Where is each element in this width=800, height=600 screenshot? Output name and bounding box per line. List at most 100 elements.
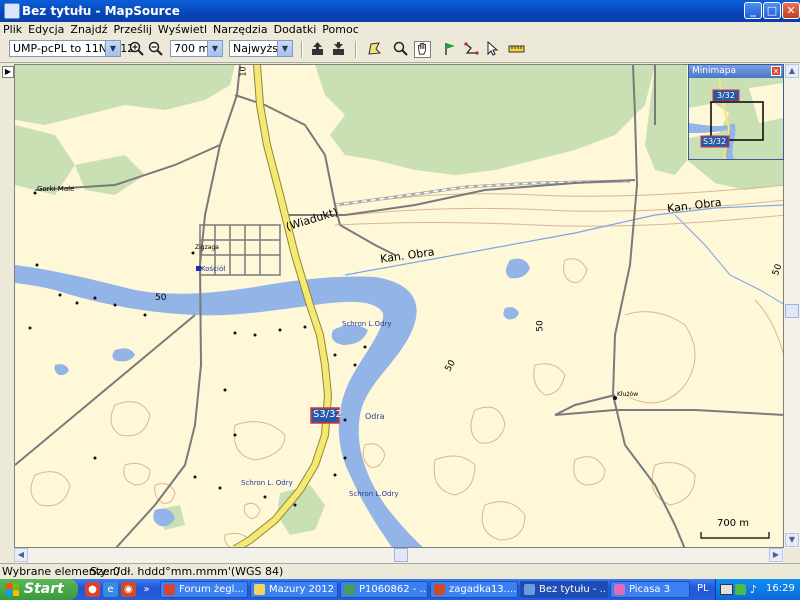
horizontal-scroll-thumb[interactable] <box>394 548 408 562</box>
route-tool-icon[interactable] <box>463 41 480 58</box>
label-odra: Odra <box>365 412 385 421</box>
toolbar-separator <box>355 41 357 58</box>
scale-bar-label: 700 m <box>717 518 750 529</box>
zoom-out-icon[interactable] <box>147 41 164 58</box>
menu-dodatki[interactable]: Dodatki <box>271 22 320 36</box>
task-label: Picasa 3 <box>629 584 671 595</box>
minimap-title: Minimapa <box>692 66 736 76</box>
zoom-scale-value: 700 m <box>174 42 210 55</box>
media-icon <box>434 584 445 595</box>
status-coordinates: Szer./dł. hddd°mm.mmm'(WGS 84) <box>90 565 284 578</box>
app-icon[interactable] <box>4 3 20 19</box>
start-button[interactable]: Start <box>0 579 78 600</box>
task-label: zagadka13.... <box>449 584 517 595</box>
chevron-down-icon[interactable]: ▼ <box>105 41 120 56</box>
receive-from-device-icon[interactable] <box>309 41 326 58</box>
minimap-sign-bottom: S3/32 <box>703 137 727 146</box>
task-mazury[interactable]: Mazury 2012 <box>250 581 338 598</box>
task-forum[interactable]: Forum żegl... <box>160 581 248 598</box>
menu-plik[interactable]: Plik <box>0 22 25 36</box>
chevron-down-icon[interactable]: ▼ <box>277 41 292 56</box>
status-bar: Wybrane elementy: 0 Szer./dł. hddd°mm.mm… <box>0 563 800 580</box>
maximize-button[interactable]: □ <box>763 2 781 19</box>
minimap-canvas[interactable] <box>689 78 783 159</box>
expand-panel-icon[interactable]: ▶ <box>2 66 14 78</box>
zoom-in-icon[interactable] <box>128 41 145 58</box>
task-label: Forum żegl... <box>179 584 244 595</box>
task-mapsource[interactable]: Bez tytułu - ... <box>520 581 608 598</box>
menu-edycja[interactable]: Edycja <box>25 22 67 36</box>
map-product-select[interactable]: UMP-pcPL to 11Nov12 ▼ <box>9 40 134 57</box>
hand-tool-icon[interactable] <box>414 41 431 58</box>
start-label: Start <box>24 581 64 597</box>
minimap-sign-top: 3/32 <box>717 91 735 100</box>
picasa-icon <box>614 584 625 595</box>
taskbar: Start ● e ◉ » Forum żegl... Mazury 2012 … <box>0 579 800 600</box>
quicklaunch-more-icon[interactable]: » <box>139 582 154 597</box>
minimize-button[interactable]: _ <box>744 2 762 19</box>
label-schron-1: Schron L.Odry <box>342 320 392 328</box>
vertical-scroll-thumb[interactable] <box>785 304 799 318</box>
zoom-tool-icon[interactable] <box>392 41 409 58</box>
map-tool-icon[interactable] <box>366 41 383 58</box>
device-tray-icon[interactable] <box>720 584 733 595</box>
scroll-right-icon[interactable]: ▶ <box>769 548 783 562</box>
media-quicklaunch-icon[interactable]: ◉ <box>121 582 136 597</box>
folder-icon <box>254 584 265 595</box>
image-icon <box>344 584 355 595</box>
chrome-quicklaunch-icon[interactable]: ● <box>85 582 100 597</box>
scroll-left-icon[interactable]: ◀ <box>14 548 28 562</box>
selection-tool-icon[interactable] <box>484 40 501 58</box>
label-road-sign: S3/32 <box>313 409 342 420</box>
label-zigzag: Zigzaga <box>195 244 219 251</box>
menu-wyswietl[interactable]: Wyświetl <box>155 22 210 36</box>
chevron-down-icon[interactable]: ▼ <box>207 41 222 56</box>
map-left-gutter: ▶ <box>0 64 14 548</box>
task-label: Bez tytułu - ... <box>539 584 608 595</box>
map-view[interactable]: (Wiadukt) Kan. Obra Kan. Obra S3/32 50 5… <box>14 64 784 548</box>
label-contour-50a: 50 <box>155 293 167 303</box>
label-schron-3: Schron L.Odry <box>349 490 399 498</box>
clock[interactable]: 16:29 <box>766 583 795 594</box>
minimap-close-button[interactable]: ✕ <box>771 66 781 76</box>
menu-przeslij[interactable]: Prześlij <box>110 22 154 36</box>
scroll-up-icon[interactable]: ▲ <box>785 64 799 78</box>
task-label: Mazury 2012 <box>269 584 334 595</box>
task-photo[interactable]: P1060862 - ... <box>340 581 428 598</box>
security-tray-icon[interactable] <box>735 584 746 595</box>
minimap-panel[interactable]: Minimapa ✕ 3/32 S3/32 <box>688 64 784 160</box>
label-gorki-male: Gorki Małe <box>37 185 75 193</box>
menu-znajdz[interactable]: Znajdź <box>67 22 110 36</box>
task-label: P1060862 - ... <box>359 584 428 595</box>
windows-logo-icon <box>6 583 19 596</box>
menu-narzedzia[interactable]: Narzędzia <box>210 22 271 36</box>
menu-pomoc[interactable]: Pomoc <box>319 22 361 36</box>
toolbar: UMP-pcPL to 11Nov12 ▼ 700 m ▼ Najwyższe … <box>0 38 800 63</box>
browser-quicklaunch-icon[interactable]: e <box>103 582 118 597</box>
title-bar: Bez tytułu - MapSource _ □ ✕ <box>0 0 800 22</box>
close-button[interactable]: ✕ <box>782 2 800 19</box>
send-to-device-icon[interactable] <box>330 41 347 58</box>
task-picasa[interactable]: Picasa 3 <box>610 581 690 598</box>
window-title: Bez tytułu - MapSource <box>22 4 180 18</box>
scroll-down-icon[interactable]: ▼ <box>785 533 799 547</box>
label-contour-50b: 50 <box>535 320 546 332</box>
chrome-icon <box>164 584 175 595</box>
label-kosciol: Kościół <box>201 265 226 273</box>
label-krzyzow: Kłużów <box>617 391 639 398</box>
mapsource-icon <box>524 584 535 595</box>
zoom-scale-select[interactable]: 700 m ▼ <box>170 40 223 57</box>
language-indicator[interactable]: PL <box>697 583 709 594</box>
menu-bar: Plik Edycja Znajdź Prześlij Wyświetl Narzędzi… <box>0 22 800 38</box>
label-schron-2: Schron L. Odry <box>241 479 293 487</box>
task-zagadka[interactable]: zagadka13.... <box>430 581 518 598</box>
horizontal-scrollbar[interactable]: ◀ ▶ <box>14 548 784 563</box>
label-road-10: 10 <box>238 66 248 77</box>
map-canvas[interactable] <box>15 65 784 548</box>
waypoint-tool-icon[interactable] <box>442 41 459 58</box>
speaker-tray-icon[interactable]: ♪ <box>750 583 757 596</box>
minimap-header: Minimapa ✕ <box>689 65 783 78</box>
measure-tool-icon[interactable] <box>508 41 525 58</box>
vertical-scrollbar[interactable]: ▲ ▼ <box>784 64 800 548</box>
detail-select[interactable]: Najwyższe ▼ <box>229 40 293 57</box>
